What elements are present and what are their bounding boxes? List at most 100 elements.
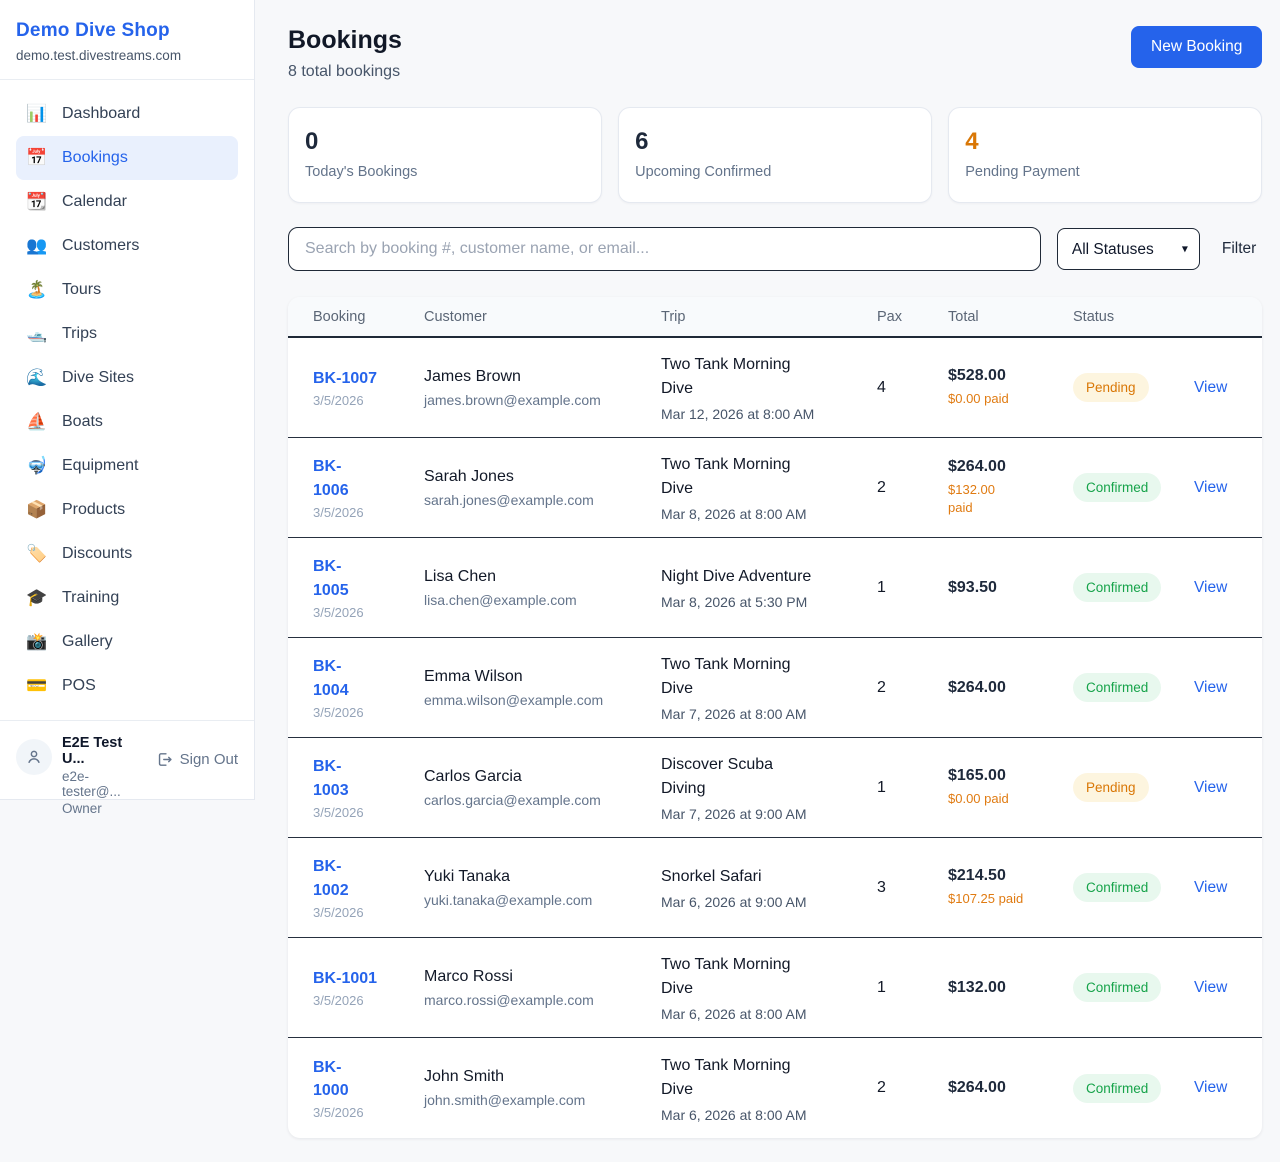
view-link[interactable]: View (1194, 879, 1227, 896)
customer-email: james.brown@example.com (424, 392, 651, 408)
sign-out-button[interactable]: Sign Out (156, 751, 238, 768)
shop-header: Demo Dive Shop demo.test.divestreams.com (0, 0, 254, 80)
customer-cell: John Smith john.smith@example.com (424, 1068, 661, 1108)
table-row[interactable]: BK-1000 3/5/2026 John Smith john.smith@e… (288, 1038, 1262, 1138)
customer-name: Lisa Chen (424, 568, 651, 586)
sidebar-item-tours[interactable]: 🏝️ Tours (16, 268, 238, 312)
stat-value: 6 (635, 128, 915, 156)
view-link[interactable]: View (1194, 679, 1227, 696)
booking-date: 3/5/2026 (313, 605, 414, 620)
sidebar-item-training[interactable]: 🎓 Training (16, 576, 238, 620)
sidebar-item-bookings[interactable]: 📅 Bookings (16, 136, 238, 180)
booking-date: 3/5/2026 (313, 505, 414, 520)
trip-cell: Two Tank Morning Dive Mar 12, 2026 at 8:… (661, 353, 877, 422)
view-link[interactable]: View (1194, 779, 1227, 796)
sidebar-item-label: Boats (62, 413, 103, 431)
customer-email: sarah.jones@example.com (424, 492, 651, 508)
column-header-customer: Customer (424, 309, 661, 325)
table-row[interactable]: BK-1003 3/5/2026 Carlos Garcia carlos.ga… (288, 738, 1262, 838)
sailboat-icon: ⛵ (26, 412, 48, 432)
customer-email: lisa.chen@example.com (424, 592, 651, 608)
pax-cell: 2 (877, 479, 948, 497)
booking-id-link[interactable]: BK-1006 (313, 455, 357, 501)
status-badge: Pending (1073, 373, 1149, 402)
stat-value: 0 (305, 128, 585, 156)
paid-amount: $0.00 paid (948, 790, 1063, 808)
booking-id-link[interactable]: BK-1004 (313, 655, 357, 701)
sidebar-item-label: Bookings (62, 149, 128, 167)
table-row[interactable]: BK-1006 3/5/2026 Sarah Jones sarah.jones… (288, 438, 1262, 538)
total-cell: $165.00 $0.00 paid (948, 767, 1073, 808)
booking-id-link[interactable]: BK-1003 (313, 755, 357, 801)
sidebar-item-dashboard[interactable]: 📊 Dashboard (16, 92, 238, 136)
camera-icon: 📸 (26, 632, 48, 652)
sidebar-item-trips[interactable]: 🛥️ Trips (16, 312, 238, 356)
status-badge: Pending (1073, 773, 1149, 802)
booking-id-link[interactable]: BK-1007 (313, 367, 414, 390)
trip-cell: Two Tank Morning Dive Mar 6, 2026 at 8:0… (661, 953, 877, 1022)
view-link[interactable]: View (1194, 979, 1227, 996)
status-badge: Confirmed (1073, 573, 1161, 602)
table-row[interactable]: BK-1007 3/5/2026 James Brown james.brown… (288, 338, 1262, 438)
package-icon: 📦 (26, 500, 48, 520)
sidebar-item-label: Dashboard (62, 105, 140, 123)
actions-cell: View (1194, 679, 1237, 697)
table-row[interactable]: BK-1005 3/5/2026 Lisa Chen lisa.chen@exa… (288, 538, 1262, 638)
diving-mask-icon: 🤿 (26, 456, 48, 476)
user-name: E2E Test U... (62, 735, 146, 767)
sidebar-item-dive-sites[interactable]: 🌊 Dive Sites (16, 356, 238, 400)
table-row[interactable]: BK-1004 3/5/2026 Emma Wilson emma.wilson… (288, 638, 1262, 738)
status-select[interactable]: All Statuses (1057, 228, 1200, 270)
search-input[interactable] (288, 227, 1041, 271)
view-link[interactable]: View (1194, 579, 1227, 596)
sidebar-item-label: Customers (62, 237, 139, 255)
trip-cell: Two Tank Morning Dive Mar 8, 2026 at 8:0… (661, 453, 877, 522)
total-cell: $214.50 $107.25 paid (948, 867, 1073, 908)
booking-id-link[interactable]: BK-1001 (313, 967, 414, 990)
table-row[interactable]: BK-1001 3/5/2026 Marco Rossi marco.rossi… (288, 938, 1262, 1038)
sidebar-item-equipment[interactable]: 🤿 Equipment (16, 444, 238, 488)
filter-button[interactable]: Filter (1216, 232, 1262, 266)
sidebar-item-calendar[interactable]: 📆 Calendar (16, 180, 238, 224)
customer-email: john.smith@example.com (424, 1092, 651, 1108)
bookings-table: BookingCustomerTripPaxTotalStatus BK-100… (288, 297, 1262, 1138)
sidebar-item-boats[interactable]: ⛵ Boats (16, 400, 238, 444)
stat-value: 4 (965, 128, 1245, 156)
sidebar-item-products[interactable]: 📦 Products (16, 488, 238, 532)
sidebar-item-gallery[interactable]: 📸 Gallery (16, 620, 238, 664)
people-icon: 👥 (26, 236, 48, 256)
sidebar-item-label: Trips (62, 325, 97, 343)
total-cell: $264.00 $132.00 paid (948, 458, 1073, 516)
total-cell: $132.00 (948, 979, 1073, 997)
customer-email: carlos.garcia@example.com (424, 792, 651, 808)
booking-date: 3/5/2026 (313, 1105, 414, 1120)
view-link[interactable]: View (1194, 479, 1227, 496)
bar-chart-icon: 📊 (26, 104, 48, 124)
booking-id-link[interactable]: BK-1000 (313, 1056, 357, 1102)
status-cell: Confirmed (1073, 873, 1194, 902)
total-amount: $264.00 (948, 679, 1063, 697)
booking-id-link[interactable]: BK-1005 (313, 555, 357, 601)
booking-cell: BK-1002 3/5/2026 (313, 855, 424, 919)
customer-cell: Emma Wilson emma.wilson@example.com (424, 668, 661, 708)
customer-name: Marco Rossi (424, 968, 651, 986)
customer-name: James Brown (424, 368, 651, 386)
trip-datetime: Mar 8, 2026 at 5:30 PM (661, 594, 867, 610)
sidebar-item-label: Dive Sites (62, 369, 134, 387)
trip-name: Two Tank Morning Dive (661, 653, 819, 701)
trip-name: Two Tank Morning Dive (661, 953, 819, 1001)
new-booking-button[interactable]: New Booking (1131, 26, 1262, 68)
view-link[interactable]: View (1194, 1079, 1227, 1096)
booking-id-link[interactable]: BK-1002 (313, 855, 357, 901)
view-link[interactable]: View (1194, 379, 1227, 396)
trip-datetime: Mar 8, 2026 at 8:00 AM (661, 506, 867, 522)
sidebar-item-discounts[interactable]: 🏷️ Discounts (16, 532, 238, 576)
pax-cell: 2 (877, 679, 948, 697)
total-cell: $93.50 (948, 579, 1073, 597)
total-amount: $528.00 (948, 367, 1063, 385)
sidebar-item-customers[interactable]: 👥 Customers (16, 224, 238, 268)
pax-cell: 1 (877, 579, 948, 597)
table-row[interactable]: BK-1002 3/5/2026 Yuki Tanaka yuki.tanaka… (288, 838, 1262, 938)
booking-cell: BK-1006 3/5/2026 (313, 455, 424, 519)
sidebar-item-pos[interactable]: 💳 POS (16, 664, 238, 708)
